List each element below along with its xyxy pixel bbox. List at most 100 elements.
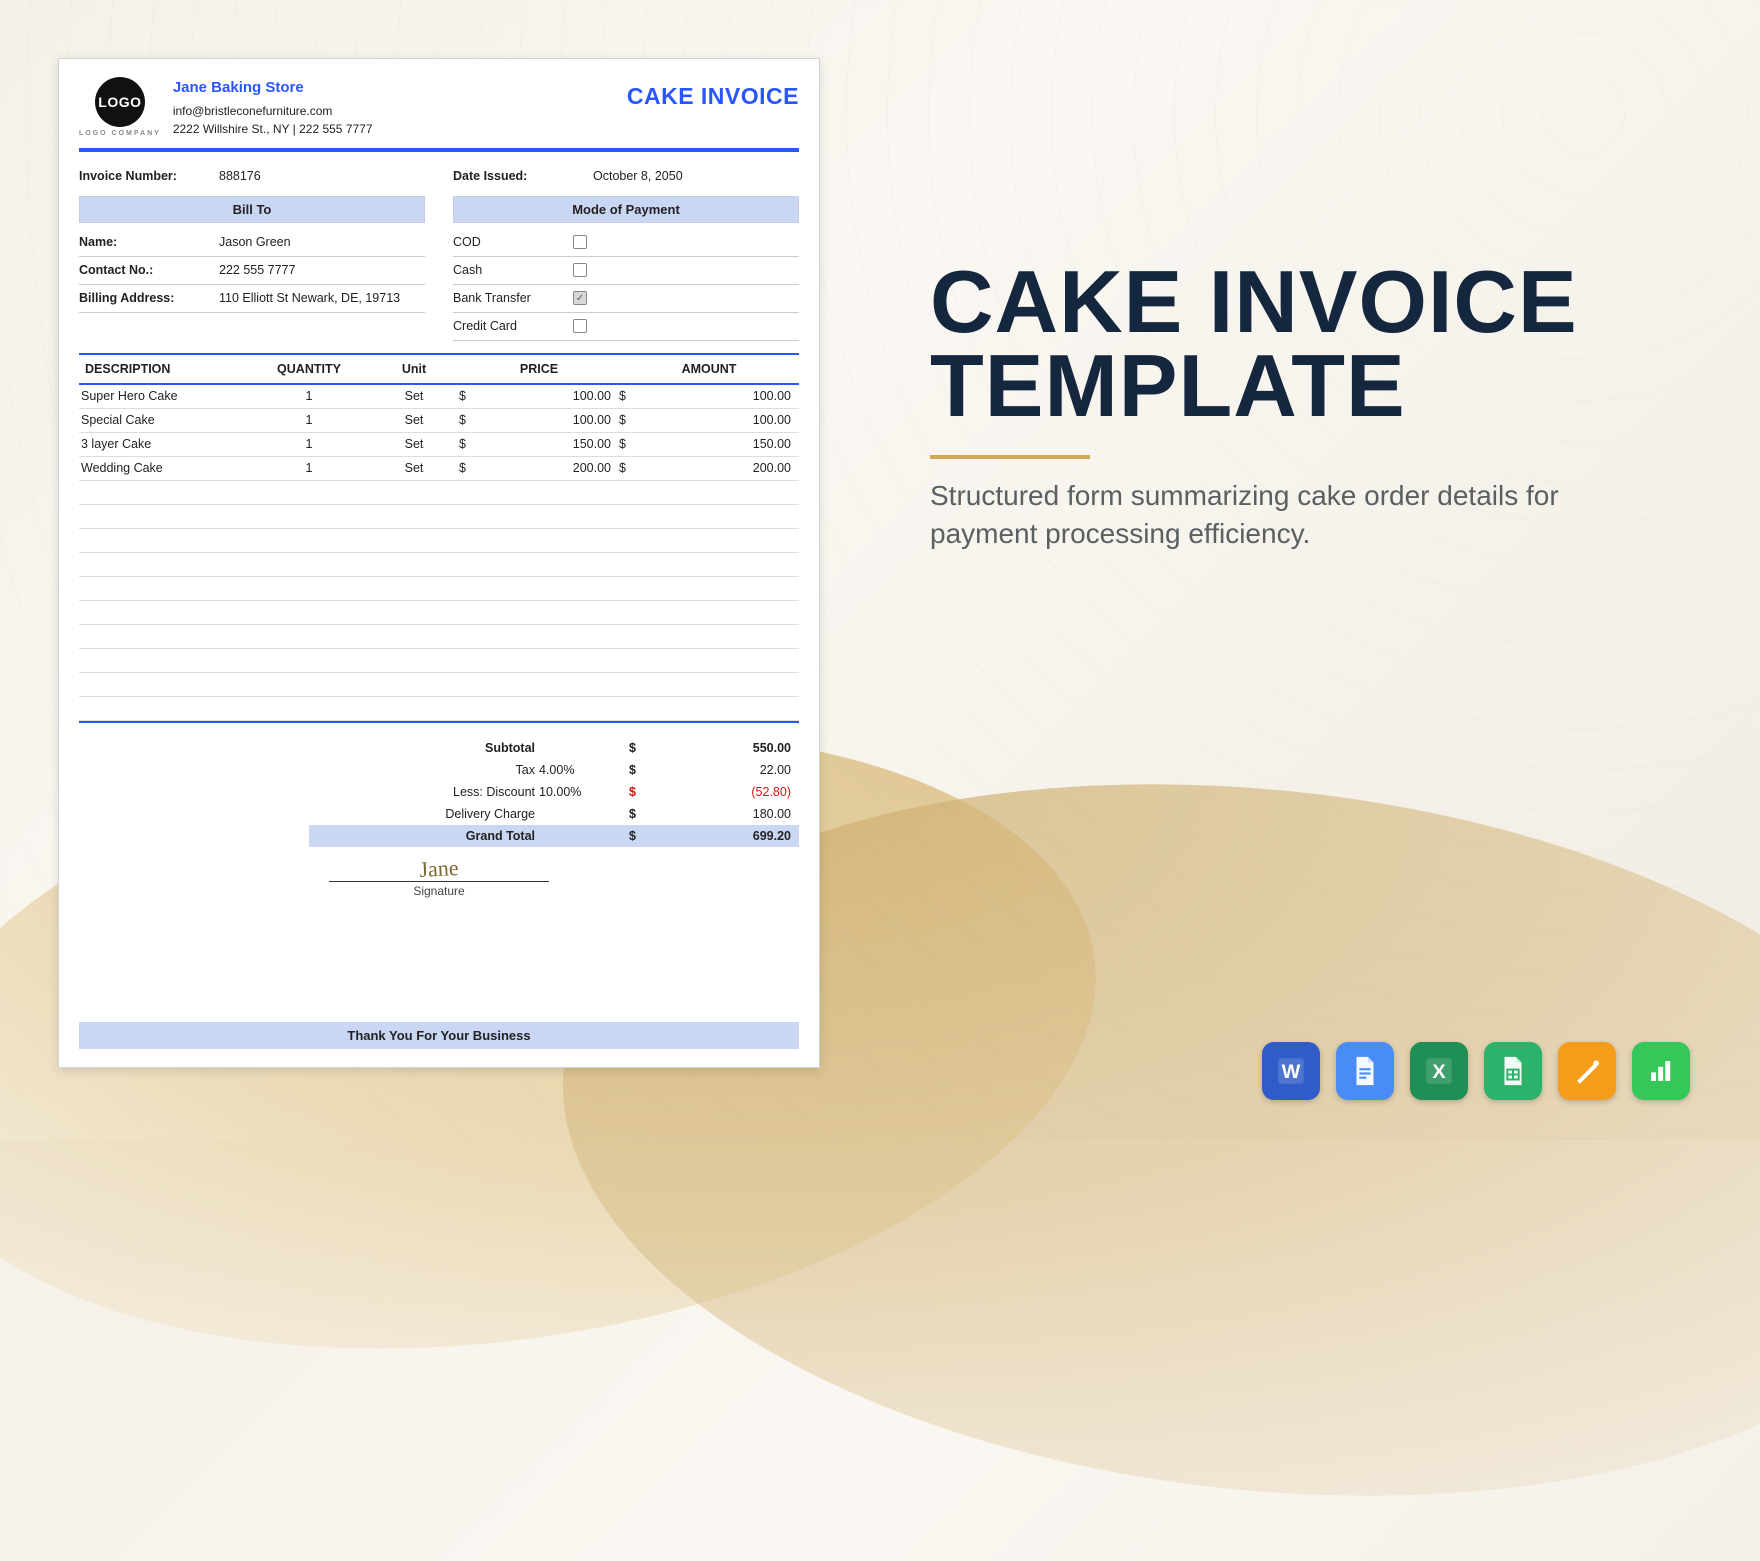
svg-text:W: W <box>1282 1061 1301 1083</box>
billto-address-value: 110 Elliott St Newark, DE, 19713 <box>219 291 425 305</box>
cell-qty: 1 <box>249 437 369 451</box>
google-sheets-icon[interactable] <box>1484 1042 1542 1100</box>
hero-title-line2: TEMPLATE <box>930 344 1680 428</box>
google-docs-icon[interactable] <box>1336 1042 1394 1100</box>
payment-method-label: COD <box>453 235 573 249</box>
bill-to-heading: Bill To <box>79 196 425 223</box>
cell-description: Super Hero Cake <box>79 389 249 403</box>
discount-currency: $ <box>629 785 659 799</box>
discount-pct: 10.00% <box>539 785 629 799</box>
cell-amount-currency: $ <box>619 437 639 451</box>
table-row: Special Cake1Set$100.00$100.00 <box>79 409 799 433</box>
cell-unit: Set <box>369 389 459 403</box>
table-end-rule <box>79 721 799 723</box>
billto-address-label: Billing Address: <box>79 291 219 305</box>
payment-method-row: COD <box>453 229 799 257</box>
table-empty-row <box>79 625 799 649</box>
cell-price-currency: $ <box>459 413 479 427</box>
grand-total-label: Grand Total <box>309 829 539 843</box>
cell-price: 200.00 <box>479 461 619 475</box>
tax-value: 22.00 <box>659 763 799 777</box>
cell-qty: 1 <box>249 413 369 427</box>
hero-subtitle: Structured form summarizing cake order d… <box>930 477 1570 553</box>
document-title: CAKE INVOICE <box>627 83 799 110</box>
table-empty-row <box>79 529 799 553</box>
cell-amount: 150.00 <box>639 437 799 451</box>
payment-checkbox[interactable] <box>573 235 587 249</box>
svg-text:X: X <box>1432 1061 1446 1083</box>
cell-amount-currency: $ <box>619 413 639 427</box>
table-empty-row <box>79 553 799 577</box>
col-unit: Unit <box>369 355 459 383</box>
cell-amount-currency: $ <box>619 389 639 403</box>
table-row: 3 layer Cake1Set$150.00$150.00 <box>79 433 799 457</box>
billto-contact-value: 222 555 7777 <box>219 263 425 277</box>
delivery-currency: $ <box>629 807 659 821</box>
cell-price: 100.00 <box>479 389 619 403</box>
table-row: Super Hero Cake1Set$100.00$100.00 <box>79 385 799 409</box>
date-value: October 8, 2050 <box>593 169 799 183</box>
date-label: Date Issued: <box>453 169 593 183</box>
payment-checkbox[interactable] <box>573 263 587 277</box>
grand-total-value: 699.20 <box>659 829 799 843</box>
logo-badge: LOGO LOGO COMPANY <box>79 77 161 137</box>
cell-qty: 1 <box>249 461 369 475</box>
brand-block: LOGO LOGO COMPANY Jane Baking Store info… <box>79 77 373 138</box>
table-empty-row <box>79 697 799 721</box>
apple-pages-icon[interactable] <box>1558 1042 1616 1100</box>
excel-icon[interactable]: X <box>1410 1042 1468 1100</box>
invoice-number-value: 888176 <box>219 169 425 183</box>
col-price: PRICE <box>459 355 619 383</box>
cell-price: 150.00 <box>479 437 619 451</box>
hero-title-line1: CAKE INVOICE <box>930 260 1680 344</box>
cell-price-currency: $ <box>459 461 479 475</box>
logo-icon: LOGO <box>95 77 145 127</box>
discount-value: (52.80) <box>659 785 799 799</box>
cell-amount-currency: $ <box>619 461 639 475</box>
cell-price-currency: $ <box>459 389 479 403</box>
payment-method-row: Bank Transfer <box>453 285 799 313</box>
payment-method-row: Credit Card <box>453 313 799 341</box>
payment-method-label: Cash <box>453 263 573 277</box>
subtotal-value: 550.00 <box>659 741 799 755</box>
cell-price-currency: $ <box>459 437 479 451</box>
cell-unit: Set <box>369 461 459 475</box>
payment-checkbox[interactable] <box>573 291 587 305</box>
company-address: 2222 Willshire St., NY | 222 555 7777 <box>173 120 373 138</box>
cell-description: Special Cake <box>79 413 249 427</box>
col-quantity: QUANTITY <box>249 355 369 383</box>
table-empty-row <box>79 649 799 673</box>
grand-total-currency: $ <box>629 829 659 843</box>
payment-heading: Mode of Payment <box>453 196 799 223</box>
signature-block: Jane Signature <box>79 881 799 898</box>
delivery-value: 180.00 <box>659 807 799 821</box>
table-empty-row <box>79 481 799 505</box>
cell-qty: 1 <box>249 389 369 403</box>
apple-numbers-icon[interactable] <box>1632 1042 1690 1100</box>
billto-name-label: Name: <box>79 235 219 249</box>
tax-pct: 4.00% <box>539 763 629 777</box>
payment-method-row: Cash <box>453 257 799 285</box>
signature-label: Signature <box>79 884 799 898</box>
payment-method-label: Credit Card <box>453 319 573 333</box>
word-icon[interactable]: W <box>1262 1042 1320 1100</box>
discount-label: Less: Discount <box>309 785 539 799</box>
cell-amount: 100.00 <box>639 389 799 403</box>
cell-unit: Set <box>369 413 459 427</box>
hero-accent-line <box>930 455 1090 459</box>
company-name: Jane Baking Store <box>173 77 373 100</box>
thank-you-banner: Thank You For Your Business <box>79 1022 799 1049</box>
subtotal-label: Subtotal <box>309 741 539 755</box>
col-amount: AMOUNT <box>619 355 799 383</box>
company-email: info@bristleconefurniture.com <box>173 102 373 120</box>
cell-unit: Set <box>369 437 459 451</box>
col-description: DESCRIPTION <box>79 355 249 383</box>
items-table-header: DESCRIPTION QUANTITY Unit PRICE AMOUNT <box>79 353 799 385</box>
subtotal-currency: $ <box>629 741 659 755</box>
header-divider <box>79 148 799 152</box>
format-badges: W X <box>1262 1042 1690 1100</box>
table-empty-row <box>79 577 799 601</box>
payment-checkbox[interactable] <box>573 319 587 333</box>
cell-price: 100.00 <box>479 413 619 427</box>
invoice-document: LOGO LOGO COMPANY Jane Baking Store info… <box>58 58 820 1068</box>
